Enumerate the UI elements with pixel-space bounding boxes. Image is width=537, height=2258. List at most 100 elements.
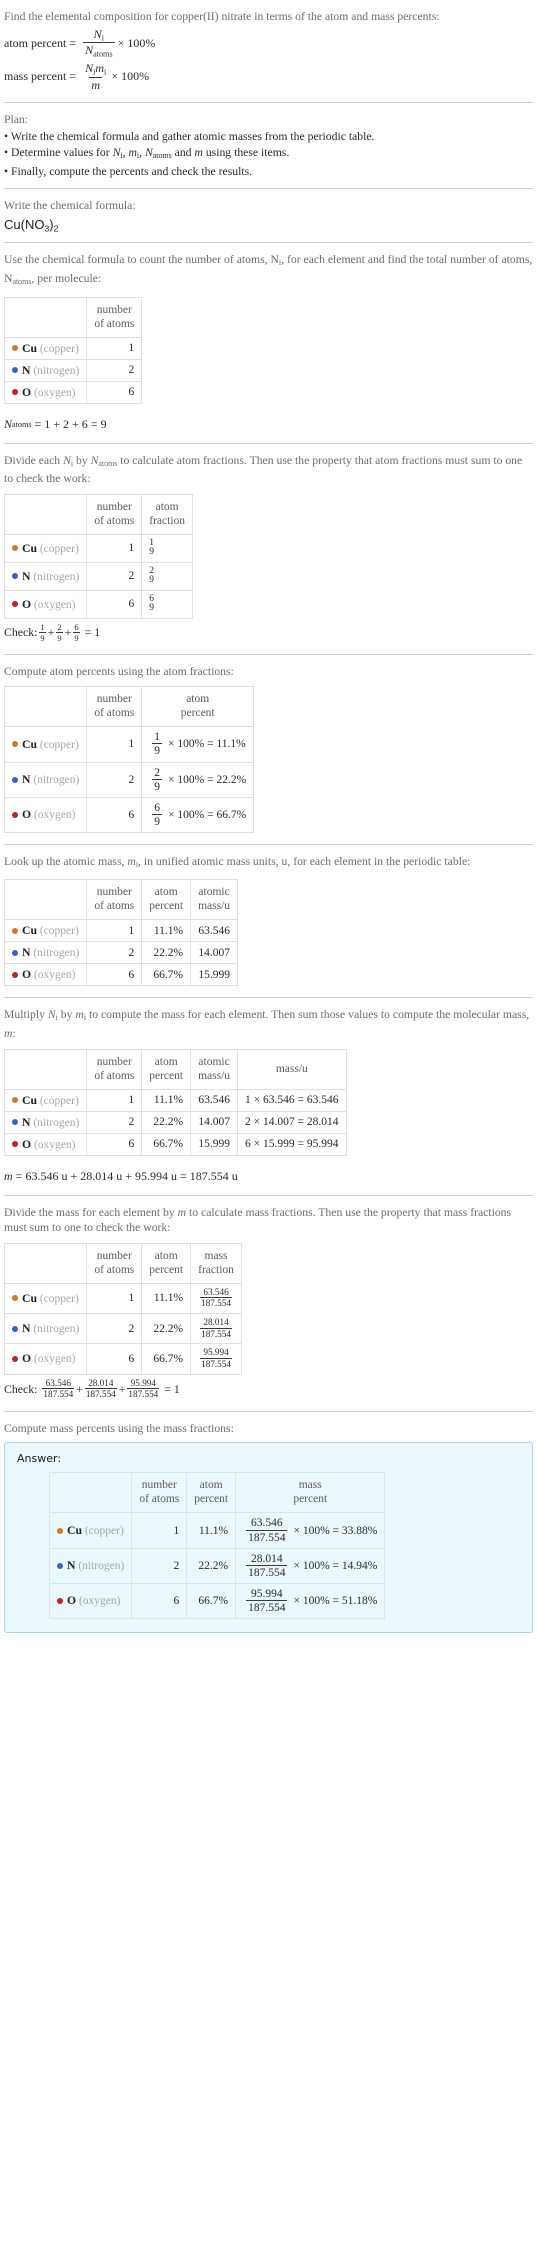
table-row: Cu (copper) 1 [3, 336, 143, 360]
atoms-o: 6 [86, 796, 143, 833]
write-formula-prompt: Write the chemical formula: [4, 199, 136, 213]
atoms-cu: 1 [86, 919, 143, 943]
element-name: (oxygen) [33, 1353, 76, 1366]
header-number-of-atoms: number of atoms [86, 1048, 143, 1090]
element-color-dot-n [12, 776, 18, 783]
table-row: Cu (copper) 1 11.1% 63.546 187.554 × 100% … [48, 1512, 386, 1549]
element-symbol: O [22, 385, 32, 399]
times-100-equals: × 100% = [168, 773, 214, 786]
table-row: N (nitrogen) 2 29 [3, 561, 194, 591]
plus-sign: + [76, 1381, 83, 1396]
mass-percent-value: 33.88% [341, 1524, 378, 1537]
element-symbol: Cu [22, 341, 37, 355]
fraction-numerator: 2 [154, 766, 160, 779]
atom-percent-n: 22.2% [186, 1547, 237, 1584]
element-cell-cu: Cu (copper) [48, 1512, 133, 1549]
element-cell-cu: Cu (copper) [3, 1282, 88, 1315]
atomic-mass-n: 14.007 [190, 1110, 239, 1134]
header-element [3, 1242, 88, 1284]
molecular-mass-equation: m = 63.546 u + 28.014 u + 95.994 u = 187… [4, 1168, 533, 1185]
element-symbol: O [22, 968, 32, 982]
element-name: (oxygen) [33, 1138, 76, 1151]
plan-bullet-2-prefix: • Determine values for [4, 145, 113, 159]
check-fraction-o: 95.994 187.554 [127, 1377, 160, 1400]
molecular-mass-expression: = 63.546 u + 28.014 u + 95.994 u = 187.5… [15, 1168, 238, 1183]
element-name: (nitrogen) [33, 1116, 80, 1129]
element-cell-cu: Cu (copper) [3, 726, 88, 763]
mass-fraction-prompt-a: Divide the mass for each element by [4, 1205, 178, 1219]
atom-percent-n: 22.2% [141, 941, 192, 965]
element-color-dot-n [12, 573, 18, 580]
symbol-m: m [75, 1008, 84, 1022]
mass-prompt-c: to compute the mass for each element. Th… [86, 1008, 530, 1022]
atom-percent-numerator: N [93, 26, 102, 41]
header-element [48, 1472, 133, 1514]
element-symbol: Cu [22, 924, 37, 938]
mass-percent-value: 14.94% [341, 1559, 378, 1572]
mass-fraction-cu: 63.546 187.554 [190, 1282, 242, 1315]
fraction-numerator: 63.546 [203, 1286, 229, 1297]
mass-percent-numerator-m-sub: i [104, 67, 107, 77]
element-cell-o: O (oxygen) [3, 1343, 88, 1375]
atom-percent-prompt: Compute atom percents using the atom fra… [4, 664, 234, 678]
atom-fraction-prompt-a: Divide each [4, 453, 64, 467]
atom-percent-denominator: N [85, 43, 94, 58]
atomic-mass-o: 15.999 [190, 963, 239, 987]
header-mass-percent: mass percent [235, 1472, 386, 1514]
element-name: (copper) [84, 1525, 124, 1537]
fraction-numerator: 28.014 [88, 1377, 114, 1388]
fraction-denominator: 187.554 [200, 1357, 232, 1369]
atom-percent-calc-n: 2 9 × 100% = 22.2% [141, 761, 255, 798]
table-row: N (nitrogen) 2 22.2% 14.007 2 × 14.007 =… [3, 1110, 347, 1134]
table-row: N (nitrogen) 2 2 9 × 100% = 22.2% [3, 761, 255, 798]
atomic-mass-o: 15.999 [190, 1132, 239, 1156]
element-cell-n: N (nitrogen) [3, 1312, 88, 1345]
fraction-numerator: 95.994 [203, 1347, 229, 1358]
atom-percent-o: 66.7% [186, 1582, 237, 1619]
mass-expression-n: 2 × 14.007 = 28.014 [237, 1110, 347, 1134]
element-name: (nitrogen) [33, 947, 80, 960]
element-cell-cu: Cu (copper) [3, 1088, 88, 1112]
fraction-denominator: 9 [73, 631, 80, 643]
element-name: (copper) [39, 342, 79, 355]
element-cell-n: N (nitrogen) [3, 941, 88, 965]
fraction-numerator: 95.994 [130, 1377, 156, 1388]
header-mass-fraction: mass fraction [190, 1242, 242, 1284]
element-symbol: N [22, 363, 31, 377]
atoms-n: 2 [86, 941, 143, 965]
molecular-mass-symbol: m [4, 1168, 13, 1183]
atom-percent-step: Compute atom percents using the atom fra… [3, 655, 533, 844]
atom-fraction-prompt: Divide each Ni by Natoms to calculate at… [4, 453, 533, 487]
element-symbol: Cu [22, 541, 37, 555]
chemical-formula: Cu(NO3)2 [4, 217, 533, 234]
mass-percent-definition: mass percent = Nimi m × 100% [4, 62, 533, 91]
atoms-cu: 1 [86, 533, 143, 563]
count-prompt-a: Use the chemical formula to count the nu… [4, 253, 279, 267]
table-header-row: number of atoms atom percent mass percent [48, 1472, 386, 1514]
mass-fraction: 95.994 187.554 [246, 1587, 288, 1614]
atom-percent-numerator-sub: i [101, 32, 104, 42]
check-label: Check: [4, 625, 38, 640]
element-name: (copper) [39, 925, 79, 938]
table-row: Cu (copper) 1 11.1% 63.546 [3, 919, 239, 943]
element-symbol: N [22, 569, 31, 583]
header-atom-percent: atom percent [186, 1472, 237, 1514]
atomic-mass-table: number of atoms atom percent atomic mass/u … [3, 879, 239, 987]
element-color-dot-cu [57, 1527, 63, 1534]
write-formula-step: Write the chemical formula: Cu(NO3)2 [4, 189, 533, 242]
mass-percent-calc-n: 28.014 187.554 × 100% = 14.94% [235, 1547, 386, 1584]
element-cell-cu: Cu (copper) [3, 919, 88, 943]
table-row: O (oxygen) 6 69 [3, 589, 194, 619]
fraction-numerator: 95.994 [250, 1587, 283, 1600]
atoms-n: 2 [131, 1547, 188, 1584]
table-header-row: number of atoms atom percent mass fraction [3, 1242, 242, 1284]
atom-percent-o: 66.7% [141, 1343, 192, 1375]
atoms-o: 6 [86, 963, 143, 987]
element-color-dot-cu [12, 741, 18, 748]
symbol-mass: m [194, 145, 203, 159]
element-cell-n: N (nitrogen) [3, 561, 88, 591]
fraction-denominator: 187.554 [246, 1529, 288, 1544]
atomic-mass-step: Look up the atomic mass, mi, in unified … [3, 845, 533, 998]
mass-table: number of atoms atom percent atomic mass/u … [3, 1048, 347, 1156]
element-cell-o: O (oxygen) [3, 589, 88, 619]
